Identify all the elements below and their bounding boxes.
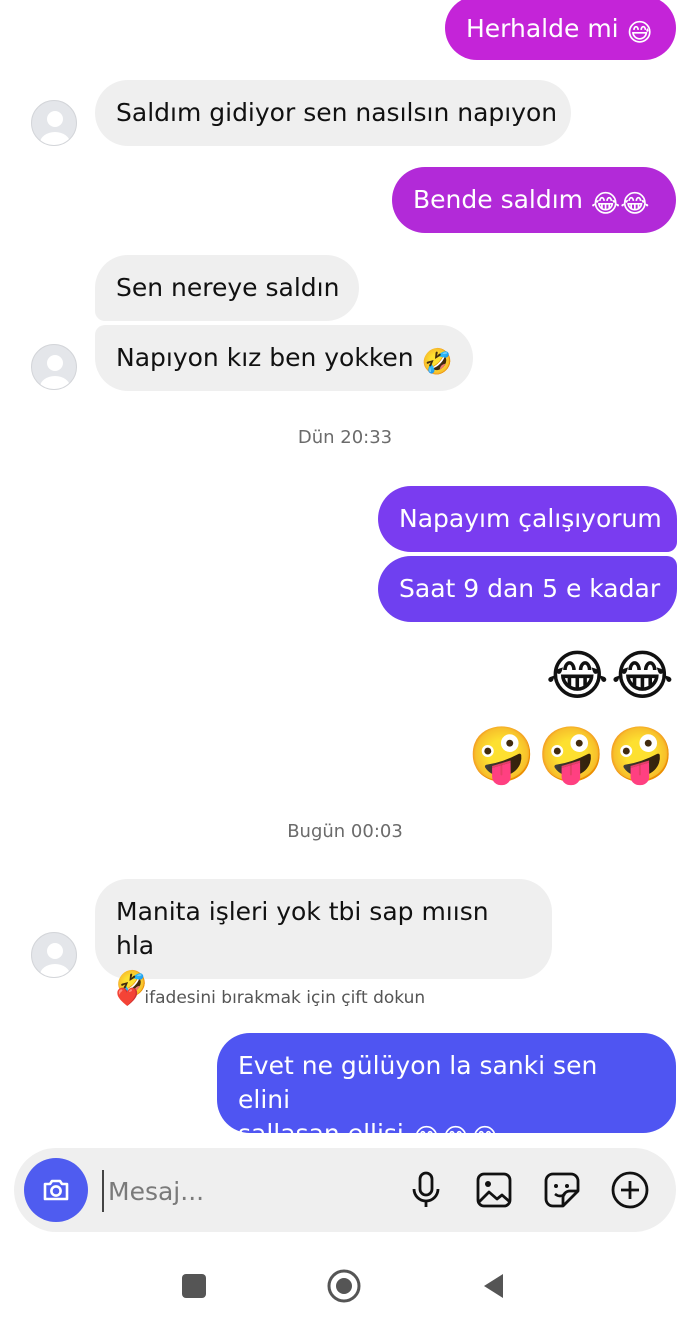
message-text-line1: Evet ne gülüyon la sanki sen elini	[238, 1051, 598, 1114]
microphone-button[interactable]	[406, 1170, 446, 1210]
message-text-line2: sallasan ellisi	[238, 1119, 404, 1148]
message-outgoing[interactable]: Herhalde mi 😅	[445, 0, 676, 60]
message-text: Sen nereye saldın	[116, 273, 340, 302]
laughing-tears-emoji: 😂😂	[545, 644, 676, 707]
message-incoming[interactable]: Manita işleri yok tbi sap mıısn hla 🤣	[95, 879, 552, 998]
big-emoji-message[interactable]: 🤪🤪🤪	[468, 724, 676, 786]
sticker-button[interactable]	[542, 1170, 582, 1210]
sticker-icon	[544, 1172, 580, 1208]
gallery-button[interactable]	[474, 1170, 514, 1210]
message-text: Herhalde mi	[466, 14, 619, 43]
plus-button[interactable]	[610, 1170, 650, 1210]
message-text: Napıyon kız ben yokken	[116, 343, 414, 372]
message-incoming[interactable]: Sen nereye saldın	[95, 255, 359, 321]
grinning-sweat-emoji: 😅	[626, 18, 653, 47]
default-avatar-icon	[40, 111, 70, 145]
reaction-hint: ❤️ ifadesini bırakmak için çift dokun	[116, 987, 425, 1008]
zany-face-emoji: 🤪🤪🤪	[468, 723, 676, 786]
nav-recents-icon	[182, 1274, 206, 1298]
message-text: Bende saldım	[413, 185, 584, 214]
nav-home-icon	[327, 1269, 361, 1303]
default-avatar-icon	[40, 355, 70, 389]
rofl-emoji: 🤣	[421, 347, 453, 376]
message-outgoing[interactable]: Bende saldım 😂😂	[392, 167, 676, 233]
nav-recents-button[interactable]	[172, 1264, 216, 1308]
message-input[interactable]	[102, 1170, 390, 1212]
big-emoji-message[interactable]: 😂😂	[546, 645, 676, 707]
timestamp: Bugün 00:03	[287, 821, 403, 842]
avatar[interactable]	[31, 344, 77, 390]
timestamp: Dün 20:33	[297, 427, 393, 448]
avatar[interactable]	[31, 932, 77, 978]
gallery-icon	[476, 1172, 512, 1208]
message-composer	[14, 1148, 676, 1232]
microphone-icon	[412, 1171, 440, 1207]
message-outgoing[interactable]: Evet ne gülüyon la sanki sen elini salla…	[217, 1033, 676, 1152]
message-text: Manita işleri yok tbi sap mıısn hla	[116, 897, 489, 960]
reaction-hint-text: ifadesini bırakmak için çift dokun	[144, 987, 426, 1008]
camera-icon	[43, 1179, 69, 1201]
plus-icon	[611, 1171, 649, 1209]
camera-button[interactable]	[24, 1158, 88, 1222]
nav-back-button[interactable]	[472, 1264, 516, 1308]
heart-emoji: ❤️	[116, 987, 139, 1008]
laughing-tears-emoji: 😂😂	[591, 189, 650, 218]
avatar[interactable]	[31, 100, 77, 146]
message-outgoing[interactable]: Saat 9 dan 5 e kadar	[378, 556, 677, 622]
nav-back-icon	[484, 1274, 503, 1298]
message-text: Napayım çalışıyorum	[399, 504, 662, 533]
message-incoming[interactable]: Saldım gidiyor sen nasılsın napıyon	[95, 80, 571, 146]
message-outgoing[interactable]: Napayım çalışıyorum	[378, 486, 677, 552]
message-text: Saat 9 dan 5 e kadar	[399, 574, 661, 603]
nav-home-button[interactable]	[322, 1264, 366, 1308]
default-avatar-icon	[40, 943, 70, 977]
message-incoming[interactable]: Napıyon kız ben yokken 🤣	[95, 325, 473, 391]
message-text: Saldım gidiyor sen nasılsın napıyon	[116, 98, 558, 127]
